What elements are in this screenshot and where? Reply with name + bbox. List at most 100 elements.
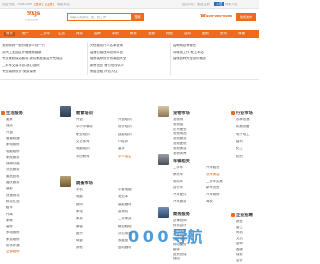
list-item[interactable]: 服装	[76, 225, 83, 228]
list-item[interactable]: 宠物狗	[173, 118, 183, 121]
list-item[interactable]: 宠物医院	[173, 142, 187, 145]
list-item[interactable]: 汽车维修	[206, 193, 220, 196]
list-item[interactable]: 代驾	[6, 213, 13, 216]
member-center-link[interactable]: 会员中心	[182, 3, 195, 6]
list-item[interactable]: 家电维修	[6, 143, 20, 146]
list-item[interactable]: 花鸟鱼虫	[173, 128, 187, 131]
nav-item-12[interactable]: 资讯	[220, 32, 227, 35]
list-item[interactable]: 家电	[76, 210, 83, 213]
list-item[interactable]: 外语	[76, 118, 83, 121]
list-item[interactable]: 建材	[236, 140, 243, 143]
list-item[interactable]: 开锁	[6, 131, 13, 134]
list-item[interactable]: 汽车配件	[173, 193, 187, 196]
nav-item-1[interactable]: 房产	[22, 32, 29, 35]
list-item[interactable]: 自行车	[173, 186, 183, 189]
list-item[interactable]: 保姆月嫂	[6, 162, 20, 165]
list-item[interactable]: 家具维修	[6, 238, 20, 241]
list-item[interactable]: 平板电脑	[118, 188, 132, 191]
list-item[interactable]: 宠物猫	[173, 123, 183, 126]
nav-item-4[interactable]: 商务	[76, 32, 83, 35]
news-item[interactable]: 专业家政保洁服务-提供家庭保洁开荒保洁	[2, 57, 84, 60]
nav-item-7[interactable]: 教育	[130, 32, 137, 35]
list-item[interactable]: 文艺体育	[76, 140, 90, 143]
news-item[interactable]: 高速公路违章查询平台	[90, 51, 168, 54]
list-item[interactable]: 保险	[173, 257, 180, 260]
list-item[interactable]: 箱包鞋帽	[118, 225, 132, 228]
list-item[interactable]: 保洁	[6, 124, 13, 127]
list-item[interactable]: 普工	[236, 226, 243, 229]
news-item[interactable]: 新房出售 首付低月供少	[90, 64, 168, 67]
list-item[interactable]: 收藏品	[118, 239, 128, 242]
list-item[interactable]: 洗车美容	[206, 173, 220, 176]
list-item[interactable]: 宠物用品	[173, 132, 187, 135]
list-item[interactable]: 职业培训	[76, 133, 90, 136]
list-item[interactable]: 洗衣服务	[6, 168, 20, 171]
list-item[interactable]: 保安	[236, 253, 243, 256]
list-item[interactable]: 其他	[76, 246, 83, 249]
news-item[interactable]: 楼房装修设计效果图大全	[90, 57, 168, 60]
news-item[interactable]: 宠物狗狗一般价格多少钱一只	[2, 44, 84, 47]
nav-item-2[interactable]: 二手车	[40, 32, 50, 35]
list-item[interactable]: 电子电工	[236, 133, 250, 136]
news-item[interactable]: 二手车交易平台-放心选购	[2, 64, 84, 67]
list-item[interactable]: 二手车买卖	[206, 180, 223, 183]
list-item[interactable]: 会计	[236, 259, 243, 262]
merchant-join-link[interactable]: 商家入驻	[225, 3, 238, 6]
list-item[interactable]: 中小学辅导	[76, 125, 93, 128]
list-item[interactable]: 学历教育	[76, 155, 90, 158]
collect-link[interactable]: 收藏本站	[57, 3, 70, 6]
search-input[interactable]: 请输入关键词，如：找工作	[70, 16, 128, 19]
list-item[interactable]: 汽车租赁	[206, 166, 220, 169]
list-item[interactable]: 留学	[118, 147, 125, 150]
list-item[interactable]: 摄影器材	[118, 203, 132, 206]
list-item[interactable]: 废品回收	[6, 175, 20, 178]
news-item[interactable]: 同城找工作 就上本站	[173, 51, 257, 54]
list-item[interactable]: 家具	[76, 217, 83, 220]
list-item[interactable]: 中介招生	[118, 155, 132, 158]
list-item[interactable]: 销售	[236, 220, 243, 223]
list-item[interactable]: 二手家具	[118, 217, 132, 220]
list-item[interactable]: 水电维修	[6, 231, 20, 234]
list-item[interactable]: 笔记本	[118, 195, 128, 198]
nav-item-13[interactable]: 商铺	[238, 32, 245, 35]
list-item[interactable]: 游戏机	[118, 210, 128, 213]
list-item[interactable]: 空调维修	[6, 250, 20, 253]
list-item[interactable]: 技能培训	[118, 133, 132, 136]
post-button[interactable]: 免费发布	[236, 13, 256, 21]
list-item[interactable]: 电脑培训	[76, 147, 90, 150]
nav-item-6[interactable]: 求职	[112, 32, 119, 35]
list-item[interactable]: 电动车	[173, 180, 183, 183]
list-item[interactable]: 数码	[76, 203, 83, 206]
list-item[interactable]: 防水补漏	[6, 244, 20, 247]
nav-item-10[interactable]: 活动	[184, 32, 191, 35]
list-item[interactable]: 宠物寄养	[173, 152, 187, 155]
list-item[interactable]: 财务会计	[173, 224, 187, 227]
list-item[interactable]: 摩托车	[173, 173, 183, 176]
register-link[interactable]: [注册]	[45, 3, 54, 6]
login-link[interactable]: [登录]	[34, 3, 43, 6]
list-item[interactable]: 化工	[236, 147, 243, 150]
news-item[interactable]: 房屋出租 拎包入住	[90, 70, 168, 73]
list-item[interactable]: 家政服务	[6, 156, 20, 159]
list-item[interactable]: 管道疏通	[6, 137, 20, 140]
list-item[interactable]: 翻译	[173, 248, 180, 251]
news-item[interactable]: 猫咪品种大全及价格表	[173, 57, 257, 60]
list-item[interactable]: 设计培训	[118, 125, 132, 128]
list-item[interactable]: 婚庆服务	[6, 181, 20, 184]
nav-item-0[interactable]: 首页	[4, 32, 15, 36]
list-item[interactable]: 投资担保	[173, 253, 187, 256]
list-item[interactable]: 鲜花礼品	[6, 200, 20, 203]
list-item[interactable]: 租车	[6, 206, 13, 209]
list-item[interactable]: 汽车服务	[173, 200, 187, 203]
nav-item-3[interactable]: 生活	[58, 32, 65, 35]
list-item[interactable]: 农林牧渔	[236, 118, 250, 121]
news-item[interactable]: 失信被执行人名单查询	[90, 44, 168, 47]
list-item[interactable]: 机械设备	[236, 125, 250, 128]
list-item[interactable]: 文员	[236, 237, 243, 240]
merchant-badge[interactable]: 入驻	[214, 2, 225, 7]
list-item[interactable]: 宠物美容	[173, 147, 187, 150]
list-item[interactable]: 法律咨询	[173, 219, 187, 222]
list-item[interactable]: IT培训	[118, 140, 128, 143]
list-item[interactable]: 宠物服务	[173, 137, 187, 140]
nav-item-8[interactable]: 宠物	[148, 32, 155, 35]
